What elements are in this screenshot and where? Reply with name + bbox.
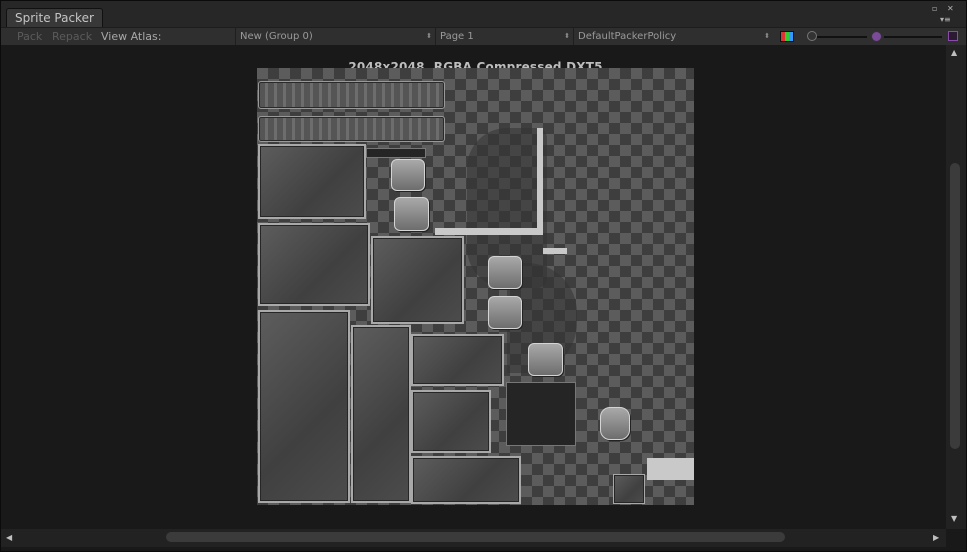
sprite-strip: [647, 458, 694, 480]
packer-policy-value: DefaultPackerPolicy: [578, 31, 677, 42]
sprite-packer-window: Sprite Packer ▫ ✕ ▾≡ Pack Repack View At…: [0, 0, 967, 552]
vertical-scrollbar[interactable]: ▲ ▼: [946, 45, 966, 529]
sprite-top-bar: [258, 81, 445, 109]
sprite-strip: [366, 148, 426, 158]
scroll-left-icon[interactable]: ◀: [6, 534, 12, 542]
atlas-group-value: New (Group 0): [240, 31, 313, 42]
tab-sprite-packer[interactable]: Sprite Packer: [6, 8, 103, 28]
sprite-icon-button: [488, 296, 522, 329]
scroll-up-icon[interactable]: ▲: [951, 49, 957, 57]
sprite-strip: [537, 128, 543, 228]
sprite-strip: [435, 228, 543, 235]
sprite-panel: [258, 223, 370, 306]
repack-button[interactable]: Repack: [52, 28, 92, 45]
sprite-icon-button: [528, 343, 563, 376]
maximize-icon[interactable]: ▫: [932, 5, 937, 13]
page-value: Page 1: [440, 31, 474, 42]
sprite-panel-tall: [351, 325, 411, 503]
dropdown-arrow-icon: ⬍: [426, 32, 432, 40]
sprite-panel: [371, 236, 464, 324]
title-bar: Sprite Packer ▫ ✕ ▾≡: [1, 1, 966, 28]
sprite-panel: [411, 390, 491, 453]
atlas-texture-preview[interactable]: [257, 68, 694, 505]
sprite-panel: [258, 144, 366, 219]
sprite-dark-slot: [506, 382, 576, 446]
scroll-right-icon[interactable]: ▶: [933, 534, 939, 542]
sprite-top-bar: [258, 116, 445, 142]
dropdown-arrow-icon: ⬍: [764, 32, 770, 40]
sprite-panel: [411, 334, 504, 386]
packer-policy-dropdown[interactable]: DefaultPackerPolicy ⬍: [573, 28, 774, 45]
atlas-group-dropdown[interactable]: New (Group 0) ⬍: [235, 28, 436, 45]
rgb-channel-icon[interactable]: [780, 31, 794, 42]
mip-slider[interactable]: [884, 36, 942, 38]
window-menu-icon[interactable]: ▾≡: [940, 16, 951, 24]
zoom-slider-knob[interactable]: [807, 31, 817, 41]
vertical-scroll-thumb[interactable]: [950, 163, 960, 449]
pack-button[interactable]: Pack: [17, 28, 42, 45]
sprite-icon-button: [394, 197, 429, 231]
close-icon[interactable]: ✕: [947, 5, 954, 13]
dropdown-arrow-icon: ⬍: [564, 32, 570, 40]
horizontal-scroll-thumb[interactable]: [166, 532, 785, 542]
mip-picker-icon[interactable]: [871, 31, 882, 42]
sprite-icon-button: [391, 159, 425, 191]
sprite-icon-button: [600, 407, 630, 440]
zoom-slider[interactable]: [811, 36, 867, 38]
sprite-panel-tall: [258, 310, 350, 503]
view-atlas-label: View Atlas:: [101, 30, 162, 43]
horizontal-scrollbar[interactable]: ◀ ▶: [1, 529, 946, 547]
page-dropdown[interactable]: Page 1 ⬍: [435, 28, 574, 45]
sprite-panel-small: [613, 474, 645, 504]
sprite-strip: [543, 248, 567, 254]
toolbar: Pack Repack View Atlas: New (Group 0) ⬍ …: [1, 27, 966, 46]
sprite-panel: [411, 456, 521, 504]
sprite-icon-button: [488, 256, 522, 289]
scroll-down-icon[interactable]: ▼: [951, 515, 957, 523]
alpha-checker-icon[interactable]: [948, 31, 958, 41]
